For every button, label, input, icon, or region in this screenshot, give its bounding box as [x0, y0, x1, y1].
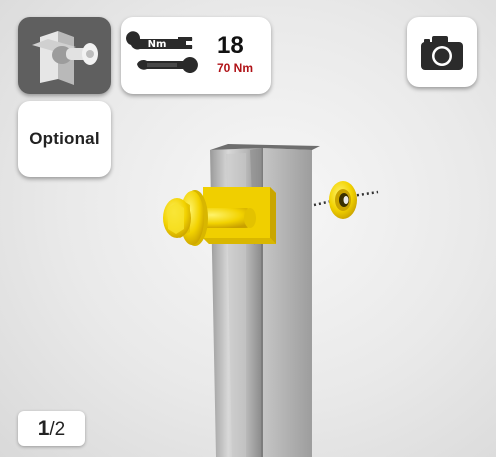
page-total: /2 — [49, 419, 66, 440]
page-indicator: 1/2 — [18, 411, 85, 446]
wrench-icon — [126, 31, 198, 73]
torque-count: 18 — [217, 32, 244, 59]
camera-button[interactable] — [407, 17, 477, 87]
optional-label: Optional — [29, 129, 100, 148]
nut — [313, 181, 379, 219]
page-current: 1 — [37, 417, 50, 440]
optional-button[interactable]: Optional — [18, 101, 111, 177]
torque-unit-tag: Nm — [147, 39, 167, 50]
camera-icon — [421, 36, 463, 70]
bracket-bolt-icon — [32, 31, 98, 85]
torque-spec-panel: Nm 18 70 Nm — [121, 17, 271, 94]
torque-value: 70 Nm — [217, 61, 254, 75]
part-type-button[interactable] — [18, 17, 111, 94]
